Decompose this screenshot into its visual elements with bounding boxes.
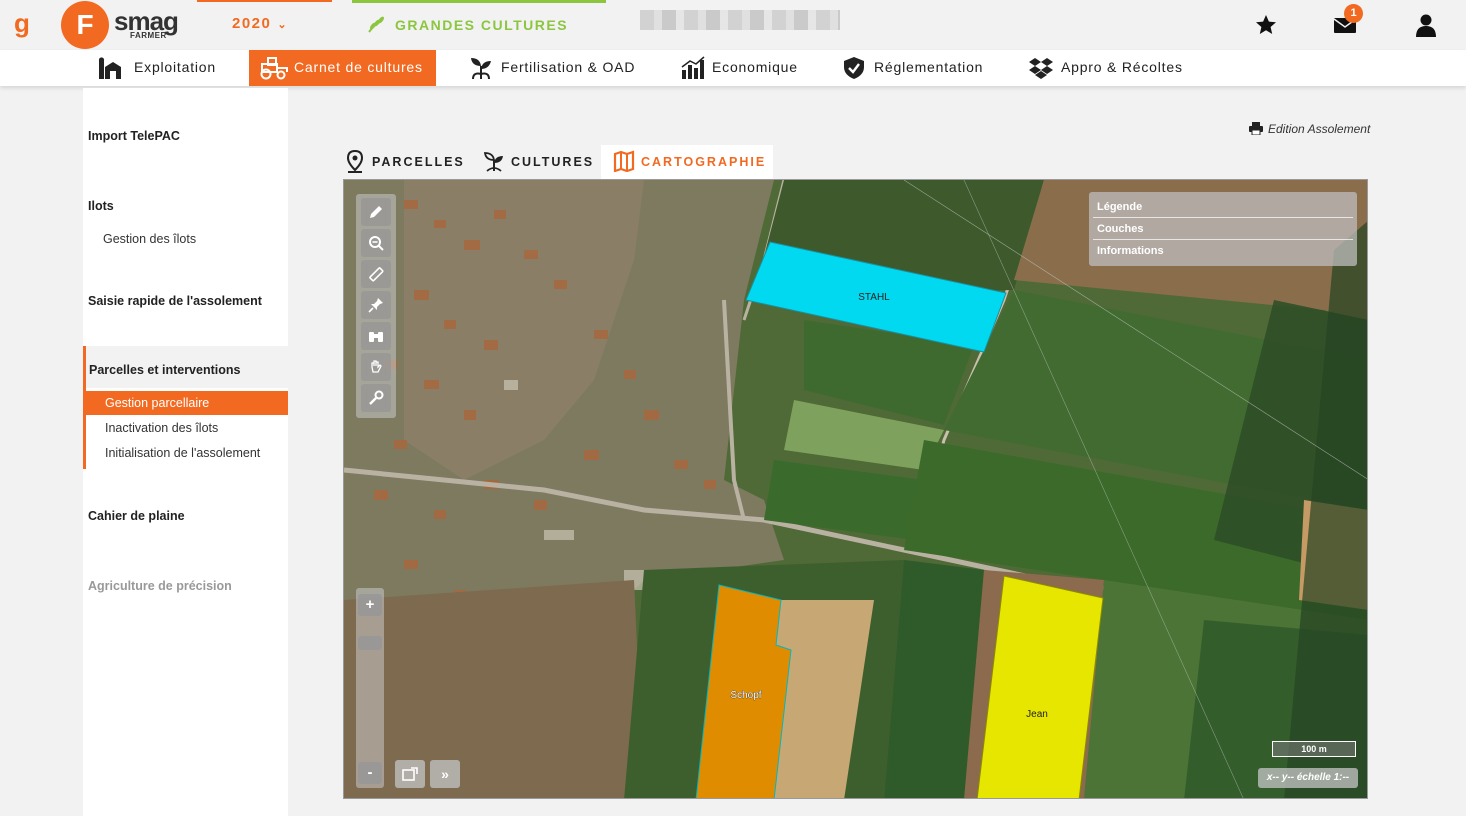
sidebar-group-parcelles: Parcelles et interventions Gestion parce… [83,346,288,469]
legend-item-couches[interactable]: Couches [1093,218,1353,240]
binoculars-icon [369,332,383,342]
zoom-tool-button[interactable] [361,229,391,257]
shield-check-icon [844,57,864,79]
hand-icon [371,360,382,373]
app-switcher-logo[interactable]: g [14,8,30,39]
parcel-label-jean: Jean [1026,709,1048,720]
smag-logo-mark: F [61,1,109,49]
wrench-icon [369,390,384,405]
plant-icon [471,58,491,80]
campaign-year-value: 2020 [232,15,272,32]
map-icon [613,150,635,172]
nav-exploitation-label: Exploitation [134,59,216,75]
map-tool-panel [356,194,396,418]
tab-cultures-label: CULTURES [511,155,595,169]
nav-reglementation-label: Réglementation [874,59,984,75]
settings-tool-button[interactable] [361,384,391,412]
printer-icon [1249,122,1263,136]
zoom-in-button[interactable]: + [358,594,382,616]
sidebar-item-gestion-parcellaire[interactable]: Gestion parcellaire [86,391,288,415]
map-scale-bar: 100 m [1272,741,1356,757]
sidebar-gestion-ilots[interactable]: Gestion des îlots [103,232,196,246]
nav-carnet-label: Carnet de cultures [294,59,423,75]
sidebar-saisie-rapide[interactable]: Saisie rapide de l'assolement [88,294,262,308]
star-icon[interactable] [1254,13,1278,37]
zoom-control: + - [356,588,384,788]
notification-badge: 1 [1344,4,1363,23]
sidebar-cahier-de-plaine[interactable]: Cahier de plaine [88,509,185,523]
user-icon[interactable] [1414,13,1438,37]
nav-fertilisation[interactable]: Fertilisation & OAD [468,50,643,86]
ruler-icon [369,267,384,282]
tab-parcelles[interactable]: PARCELLES [343,145,468,179]
search-tool-button[interactable] [361,322,391,350]
activity-label: GRANDES CULTURES [395,17,569,33]
sidebar-ilots[interactable]: Ilots [88,199,114,213]
dropbox-icon [1029,58,1053,79]
top-bar: g F smag FARMER 2020 ⌄ GRANDES CULTURES 1 [0,0,1466,50]
image-export-icon [402,767,418,781]
zoom-slider-handle[interactable] [358,636,382,650]
map-legend-panel: Légende Couches Informations [1089,192,1357,266]
bar-chart-icon [681,56,705,79]
sidebar-parcelles-interventions[interactable]: Parcelles et interventions [89,363,240,377]
nav-fertilisation-label: Fertilisation & OAD [501,59,636,75]
sidebar-item-inactivation-ilots[interactable]: Inactivation des îlots [105,421,218,435]
smag-logo-sub: FARMER [130,31,167,40]
tractor-icon [260,57,288,80]
legend-item-informations[interactable]: Informations [1093,240,1353,262]
zoom-out-icon [369,236,384,251]
measure-tool-button[interactable] [361,260,391,288]
nav-exploitation[interactable]: Exploitation [98,50,248,86]
edition-assolement-label: Edition Assolement [1268,122,1371,136]
pin-tool-button[interactable] [361,291,391,319]
nav-carnet-de-cultures[interactable]: Carnet de cultures [249,50,436,86]
tab-cultures[interactable]: CULTURES [480,145,598,179]
tab-cartographie-label: CARTOGRAPHIE [641,155,767,169]
map-view[interactable]: STAHL Schopf Jean Légende Couches Inform… [343,179,1368,799]
nav-appro-label: Appro & Récoltes [1061,59,1183,75]
sidebar-item-initialisation-assolement[interactable]: Initialisation de l'assolement [105,446,260,460]
wheat-icon [368,16,384,33]
pan-tool-button[interactable] [361,353,391,381]
blurred-account-name [640,10,840,30]
edition-assolement-link[interactable]: Edition Assolement [1249,122,1370,136]
sidebar-agriculture-precision[interactable]: Agriculture de précision [88,579,232,593]
farm-icon [98,57,121,79]
tab-parcelles-label: PARCELLES [372,155,465,169]
expand-panel-button[interactable]: » [430,760,460,788]
nav-reglementation[interactable]: Réglementation [842,50,992,86]
map-coordinates: x-- y-- échelle 1:-- [1258,768,1358,788]
sidebar: Import TelePAC Ilots Gestion des îlots S… [83,88,288,816]
map-pin-icon [346,150,364,173]
sidebar-import-telepac[interactable]: Import TelePAC [88,129,180,143]
chevron-down-icon: ⌄ [277,19,289,31]
export-map-button[interactable] [395,760,425,788]
parcel-label-stahl: STAHL [858,292,890,303]
legend-item-legende[interactable]: Légende [1093,196,1353,218]
seedling-icon [483,152,503,172]
satellite-imagery: STAHL Schopf Jean [344,180,1367,798]
campaign-year-select[interactable]: 2020 ⌄ [197,0,332,50]
pin-icon [368,298,383,313]
parcel-label-schopf: Schopf [730,690,761,701]
nav-appro-recoltes[interactable]: Appro & Récoltes [1028,50,1193,86]
main-navigation: Exploitation Carnet de cultures Fertilis… [0,50,1466,86]
nav-economique-label: Economique [712,59,798,75]
zoom-out-button[interactable]: - [358,762,382,784]
nav-economique[interactable]: Economique [680,50,805,86]
draw-tool-button[interactable] [361,198,391,226]
pencil-icon [370,206,382,218]
tab-cartographie[interactable]: CARTOGRAPHIE [601,145,773,179]
activity-selector[interactable]: GRANDES CULTURES [352,0,606,50]
